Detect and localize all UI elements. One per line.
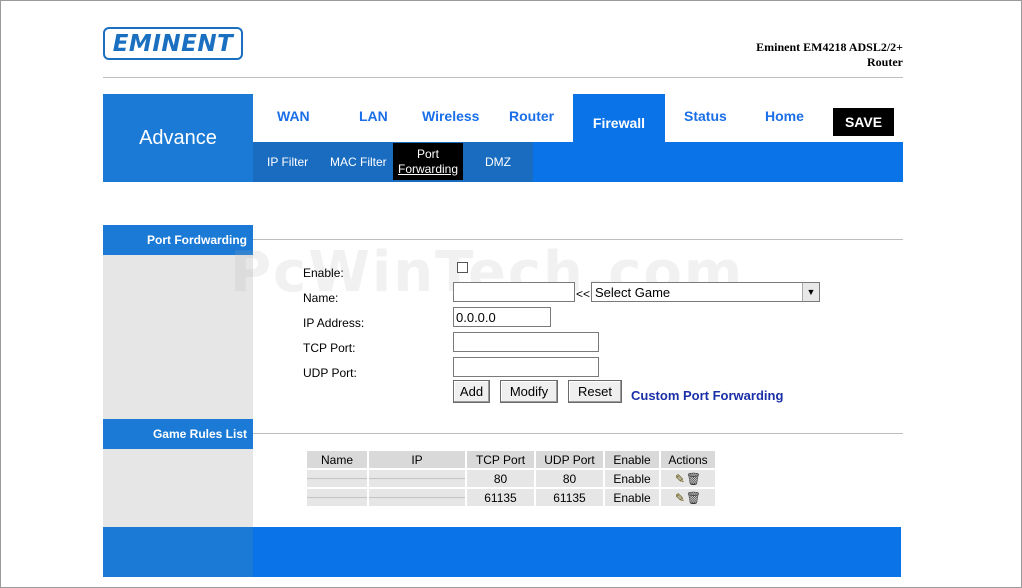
tcp-port-input[interactable] (453, 332, 599, 352)
subtab-dmz[interactable]: DMZ (485, 155, 511, 169)
rule-enable-cell: Enable (605, 489, 659, 508)
rule-actions-cell: ✎ 🗑 (661, 470, 715, 489)
name-input[interactable] (453, 282, 575, 302)
section-header-game-rules: Game Rules List (103, 419, 253, 449)
tab-lan[interactable]: LAN (359, 108, 388, 124)
table-header-row: Name IP TCP Port UDP Port Enable Actions (307, 451, 715, 470)
model-line-1: Eminent EM4218 ADSL2/2+ (756, 40, 903, 54)
section-label-advance: Advance (103, 94, 253, 182)
section-divider-game-rules (253, 433, 903, 434)
ip-address-label: IP Address: (303, 316, 365, 330)
column-header-ip: IP (369, 451, 465, 470)
game-rules-table: Name IP TCP Port UDP Port Enable Actions… (305, 451, 717, 508)
tab-firewall[interactable]: Firewall (573, 94, 665, 142)
table-row: 80 80 Enable ✎ 🗑 (307, 470, 715, 489)
enable-checkbox[interactable] (457, 262, 468, 273)
tcp-port-label: TCP Port: (303, 341, 356, 355)
tab-wan[interactable]: WAN (277, 108, 310, 124)
rule-ip-cell (369, 489, 465, 508)
save-button[interactable]: SAVE (833, 108, 894, 136)
rule-name-cell (307, 470, 367, 489)
column-header-enable: Enable (605, 451, 659, 470)
edit-pencil-icon[interactable]: ✎ (675, 491, 685, 505)
header-divider (103, 77, 903, 78)
edit-pencil-icon[interactable]: ✎ (675, 472, 685, 486)
udp-port-input[interactable] (453, 357, 599, 377)
left-column (103, 225, 253, 527)
section-divider-port-forwarding (253, 239, 903, 240)
rule-name-cell (307, 489, 367, 508)
eminent-logo: EMINENT (103, 27, 243, 60)
subtab-port-forwarding-line2: Forwarding (397, 161, 459, 176)
enable-label: Enable: (303, 266, 344, 280)
reset-button[interactable]: Reset (568, 380, 622, 403)
modify-button[interactable]: Modify (500, 380, 558, 403)
subtab-mac-filter[interactable]: MAC Filter (330, 155, 387, 169)
add-button[interactable]: Add (453, 380, 490, 403)
rule-actions-cell: ✎ 🗑 (661, 489, 715, 508)
tab-status[interactable]: Status (684, 108, 727, 124)
trash-icon[interactable]: 🗑 (686, 491, 701, 505)
tab-wireless[interactable]: Wireless (422, 108, 479, 124)
rule-tcp-cell: 61135 (467, 489, 534, 508)
column-header-actions: Actions (661, 451, 715, 470)
rule-tcp-cell: 80 (467, 470, 534, 489)
name-label: Name: (303, 291, 339, 305)
game-select-value: Select Game (595, 284, 671, 300)
footer-bar-right (253, 527, 901, 577)
column-header-tcp-port: TCP Port (467, 451, 534, 470)
tab-router[interactable]: Router (509, 108, 554, 124)
ip-address-input[interactable] (453, 307, 551, 327)
game-select[interactable]: Select Game ▼ (591, 282, 820, 302)
subtab-ip-filter[interactable]: IP Filter (267, 155, 308, 169)
subtab-port-forwarding-line1: Port (416, 146, 439, 161)
subtab-port-forwarding[interactable]: Port Forwarding (393, 143, 463, 180)
select-prefix: << (576, 287, 591, 301)
table-row: 61135 61135 Enable ✎ 🗑 (307, 489, 715, 508)
chevron-down-icon: ▼ (802, 283, 819, 301)
footer-bar-left (103, 527, 253, 577)
logo-text: EMINENT (112, 30, 234, 57)
trash-icon[interactable]: 🗑 (686, 472, 701, 486)
column-header-udp-port: UDP Port (536, 451, 603, 470)
custom-port-forwarding-link[interactable]: Custom Port Forwarding (631, 388, 783, 403)
rule-ip-cell (369, 470, 465, 489)
column-header-name: Name (307, 451, 367, 470)
tab-home[interactable]: Home (765, 108, 804, 124)
rule-udp-cell: 61135 (536, 489, 603, 508)
section-header-port-forwarding: Port Fordwarding (103, 225, 253, 255)
rule-udp-cell: 80 (536, 470, 603, 489)
udp-port-label: UDP Port: (303, 366, 357, 380)
router-model: Eminent EM4218 ADSL2/2+ Router (756, 40, 903, 70)
model-line-2: Router (867, 55, 903, 69)
rule-enable-cell: Enable (605, 470, 659, 489)
